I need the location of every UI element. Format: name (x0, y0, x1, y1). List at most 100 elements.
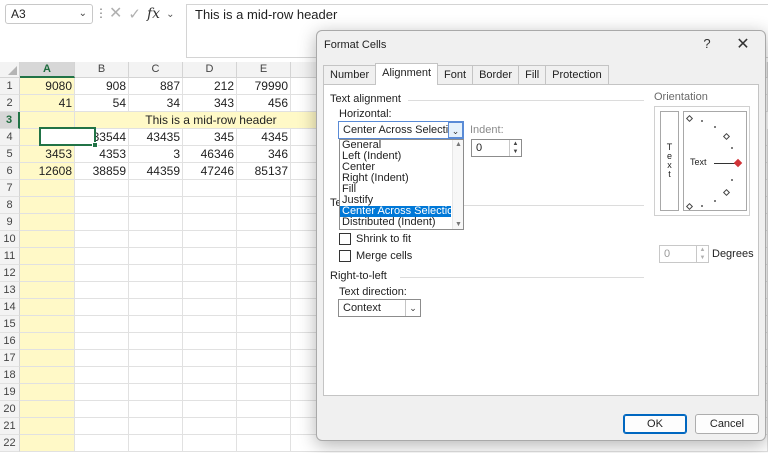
cell[interactable] (237, 316, 291, 333)
vertical-text-option[interactable]: T e x t (660, 111, 679, 211)
row-3-centered-header[interactable]: This is a mid-row header (75, 112, 347, 129)
cell[interactable]: 85137 (237, 163, 291, 180)
cell[interactable] (237, 180, 291, 197)
name-box[interactable]: A3 ⌄ (5, 4, 93, 24)
close-button[interactable]: ✕ (735, 34, 751, 54)
cell[interactable] (75, 197, 129, 214)
row-header-5[interactable]: 5 (0, 146, 20, 163)
help-button[interactable]: ? (700, 36, 714, 51)
row-header-9[interactable]: 9 (0, 214, 20, 231)
cell[interactable] (129, 214, 183, 231)
cell[interactable] (237, 435, 291, 452)
cell[interactable] (20, 367, 75, 384)
cell[interactable] (129, 367, 183, 384)
cell[interactable] (183, 299, 237, 316)
cell[interactable]: 44359 (129, 163, 183, 180)
cell[interactable] (237, 367, 291, 384)
dial-handle[interactable] (733, 158, 743, 168)
cell[interactable] (237, 265, 291, 282)
cancel-entry-icon[interactable]: ✕ (109, 6, 122, 22)
row-header-3[interactable]: 3 (0, 112, 20, 129)
spin-up-icon[interactable]: ▲ (510, 140, 521, 148)
cell[interactable] (129, 282, 183, 299)
cell[interactable] (237, 214, 291, 231)
cell[interactable]: 54 (75, 95, 129, 112)
cell[interactable] (75, 282, 129, 299)
row-header-21[interactable]: 21 (0, 418, 20, 435)
row-header-18[interactable]: 18 (0, 367, 20, 384)
cell[interactable]: 41 (20, 95, 75, 112)
cell[interactable] (75, 401, 129, 418)
spin-down-icon[interactable]: ▼ (697, 254, 708, 262)
indent-spinner-buttons[interactable]: ▲ ▼ (509, 140, 521, 156)
cell[interactable]: 887 (129, 78, 183, 95)
fill-handle[interactable] (92, 142, 98, 148)
row-header-10[interactable]: 10 (0, 231, 20, 248)
chevron-down-icon[interactable]: ⌄ (405, 300, 420, 316)
cell[interactable] (20, 350, 75, 367)
row-header-22[interactable]: 22 (0, 435, 20, 452)
cell[interactable] (183, 401, 237, 418)
tab-font[interactable]: Font (437, 65, 474, 85)
cell[interactable] (75, 265, 129, 282)
row-header-2[interactable]: 2 (0, 95, 20, 112)
scroll-up-icon[interactable]: ▲ (453, 141, 464, 148)
cell[interactable]: 3 (129, 146, 183, 163)
cell[interactable]: 43435 (129, 129, 183, 146)
cell[interactable] (20, 180, 75, 197)
row-header-6[interactable]: 6 (0, 163, 20, 180)
cell[interactable] (75, 248, 129, 265)
row-header-13[interactable]: 13 (0, 282, 20, 299)
cell[interactable] (20, 197, 75, 214)
degrees-spinner-buttons[interactable]: ▲ ▼ (696, 246, 708, 262)
horizontal-dropdown-list[interactable]: General Left (Indent) Center Right (Indent)… (339, 139, 464, 230)
tab-protection[interactable]: Protection (545, 65, 609, 85)
column-header-b[interactable]: B (75, 62, 129, 78)
cell[interactable] (75, 435, 129, 452)
row-header-19[interactable]: 19 (0, 384, 20, 401)
cell[interactable] (20, 418, 75, 435)
cell[interactable] (20, 248, 75, 265)
row-header-20[interactable]: 20 (0, 401, 20, 418)
insert-function-icon[interactable]: fx (147, 6, 160, 22)
cell[interactable] (20, 231, 75, 248)
cell[interactable] (183, 180, 237, 197)
cell[interactable] (183, 197, 237, 214)
tab-border[interactable]: Border (472, 65, 520, 85)
cell[interactable] (237, 350, 291, 367)
cell[interactable] (20, 299, 75, 316)
cell[interactable] (75, 418, 129, 435)
cell[interactable] (75, 316, 129, 333)
cell[interactable] (129, 333, 183, 350)
horizontal-select[interactable]: Center Across Selection ⌄ (338, 121, 464, 139)
cell[interactable] (183, 231, 237, 248)
cell[interactable]: 12608 (20, 163, 75, 180)
degrees-spinner[interactable]: 0 ▲ ▼ (659, 245, 709, 263)
cell[interactable] (237, 299, 291, 316)
cell[interactable] (129, 435, 183, 452)
row-header-7[interactable]: 7 (0, 180, 20, 197)
cell[interactable] (75, 367, 129, 384)
cell[interactable] (75, 231, 129, 248)
cell[interactable] (75, 333, 129, 350)
cell[interactable] (20, 401, 75, 418)
cell[interactable] (129, 299, 183, 316)
row-header-17[interactable]: 17 (0, 350, 20, 367)
cell[interactable]: 38859 (75, 163, 129, 180)
cell[interactable] (20, 265, 75, 282)
cell[interactable] (75, 384, 129, 401)
cell[interactable]: 908 (75, 78, 129, 95)
row-header-12[interactable]: 12 (0, 265, 20, 282)
row-header-4[interactable]: 4 (0, 129, 20, 146)
cell[interactable] (20, 316, 75, 333)
cell[interactable]: 4345 (237, 129, 291, 146)
chevron-down-icon[interactable]: ⌄ (79, 5, 87, 23)
cell[interactable] (75, 299, 129, 316)
cell[interactable] (75, 350, 129, 367)
horizontal-option[interactable]: Distributed (Indent) (340, 217, 451, 228)
cell[interactable]: 79990 (237, 78, 291, 95)
cell[interactable] (20, 214, 75, 231)
row-header-15[interactable]: 15 (0, 316, 20, 333)
checkbox-box[interactable] (339, 250, 351, 262)
cell[interactable]: 456 (237, 95, 291, 112)
